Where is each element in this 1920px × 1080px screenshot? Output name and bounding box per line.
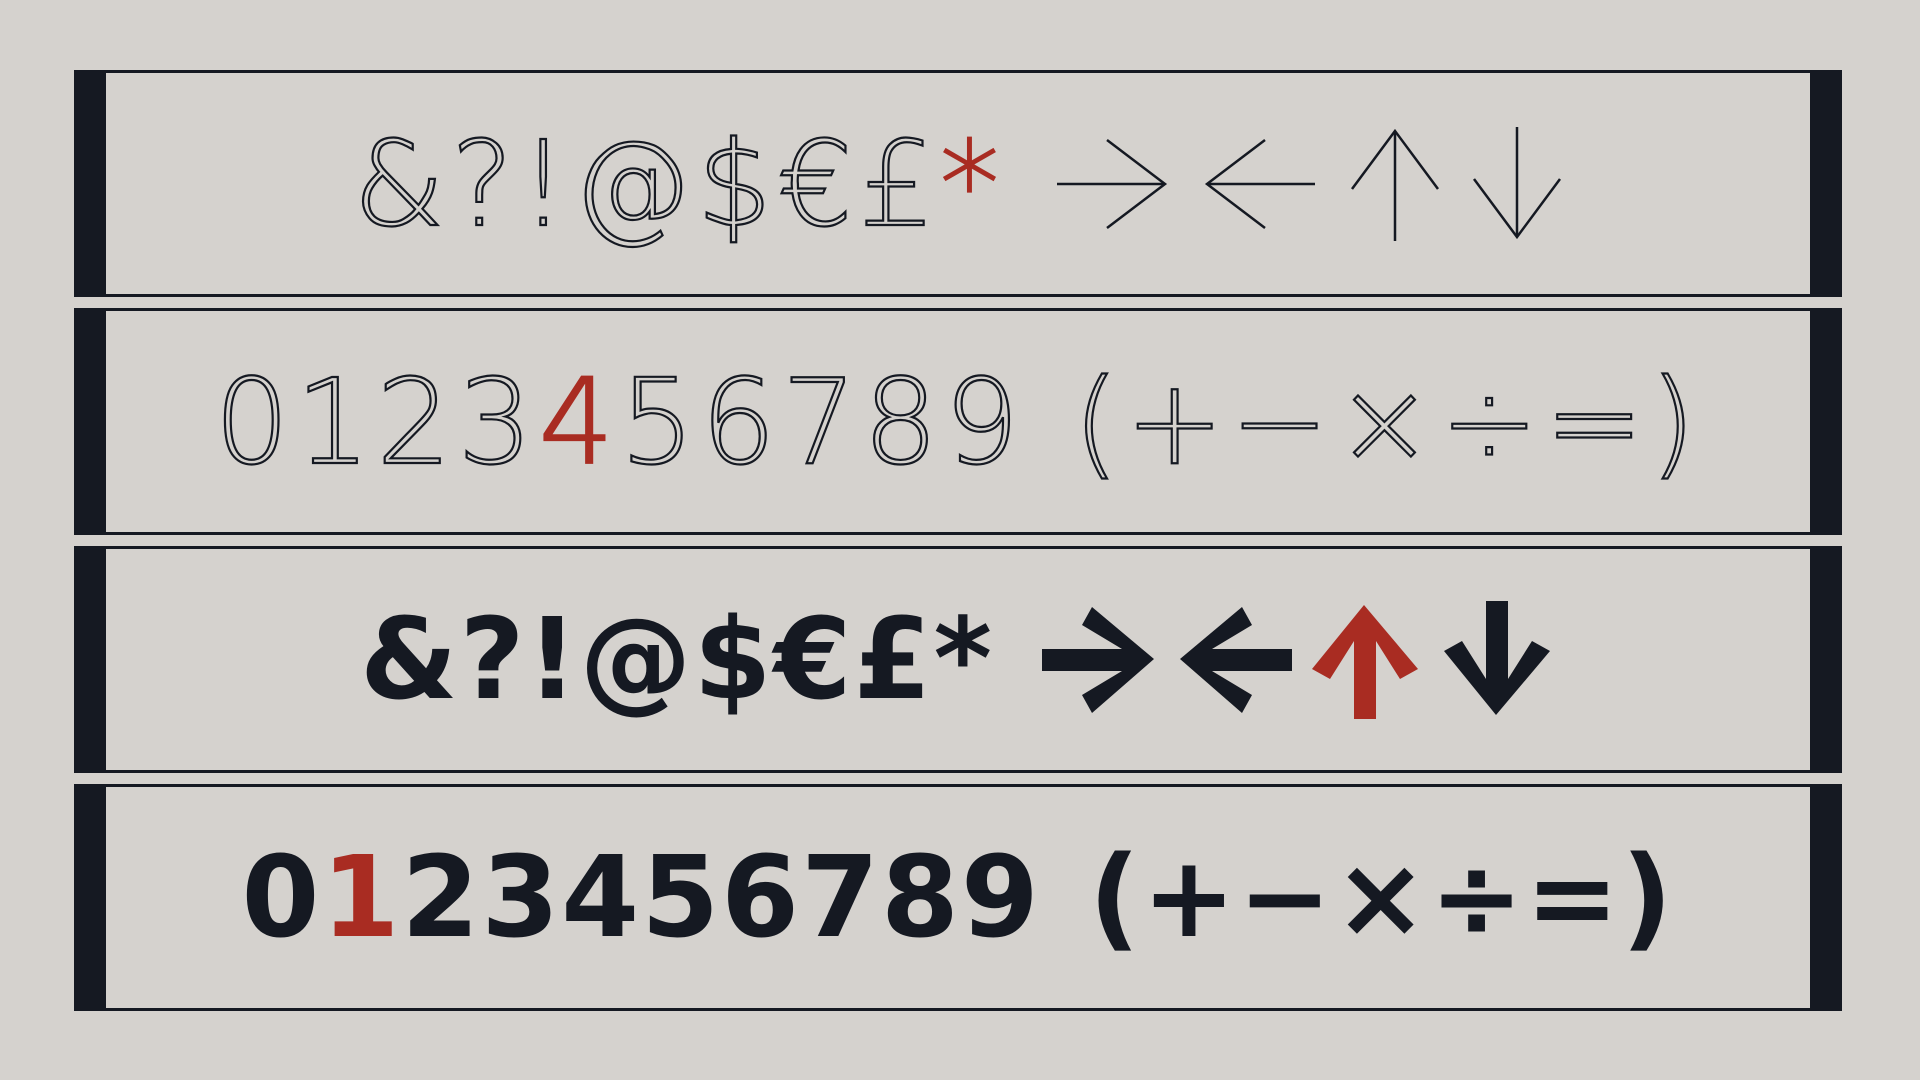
light-arrow-left-icon (1205, 138, 1316, 229)
bold-accent-digit: 1 (321, 832, 402, 963)
light-arrow-up-icon (1351, 128, 1440, 241)
bold-math-symbols: (+−×÷=) (1088, 832, 1675, 963)
panel-left-bar (74, 546, 106, 773)
bold-arrow-right-icon (1042, 606, 1155, 713)
panel-left-bar (74, 784, 106, 1011)
bold-arrow-up-icon (1312, 604, 1419, 719)
light-digits-line: 0123 4 56789 (+−×÷=) (213, 351, 1702, 491)
light-digits-after: 56789 (619, 351, 1026, 491)
panel-right-bar (1810, 784, 1842, 1011)
light-symbols-line: &?!@$€£ * (352, 113, 1563, 254)
bold-symbols-line: &?!@$€£* (360, 595, 1556, 725)
bold-arrow-down-icon (1444, 600, 1551, 715)
bold-symbols-text: &?!@$€£* (359, 594, 995, 725)
panel-content: &?!@$€£* (106, 546, 1810, 773)
specimen-panel-bold-digits: 0 1 23456789 (+−×÷=) (74, 784, 1842, 1011)
panel-left-bar (74, 308, 106, 535)
specimen-panel-bold-symbols: &?!@$€£* (74, 546, 1842, 773)
panel-content: 0 1 23456789 (+−×÷=) (106, 784, 1810, 1011)
light-accent-digit: 4 (538, 351, 620, 491)
light-digits-before: 0123 (213, 351, 539, 491)
panel-content: 0123 4 56789 (+−×÷=) (106, 308, 1810, 535)
panel-right-bar (1810, 308, 1842, 535)
bold-digits-before: 0 (241, 832, 322, 963)
light-math-symbols: (+−×÷=) (1072, 351, 1702, 491)
light-symbols-text: &?!@$€£ (352, 113, 941, 253)
panel-content: &?!@$€£ * (106, 70, 1810, 297)
bold-arrow-left-icon (1180, 606, 1293, 713)
light-arrow-down-icon (1473, 126, 1562, 239)
specimen-panel-light-digits: 0123 4 56789 (+−×÷=) (74, 308, 1842, 535)
panel-right-bar (1810, 70, 1842, 297)
light-accent-asterisk: * (939, 113, 1006, 253)
bold-digits-line: 0 1 23456789 (+−×÷=) (242, 833, 1675, 963)
specimen-panel-light-symbols: &?!@$€£ * (74, 70, 1842, 297)
panel-left-bar (74, 70, 106, 297)
light-arrow-right-icon (1057, 138, 1168, 229)
panel-right-bar (1810, 546, 1842, 773)
bold-digits-after: 23456789 (401, 832, 1041, 963)
